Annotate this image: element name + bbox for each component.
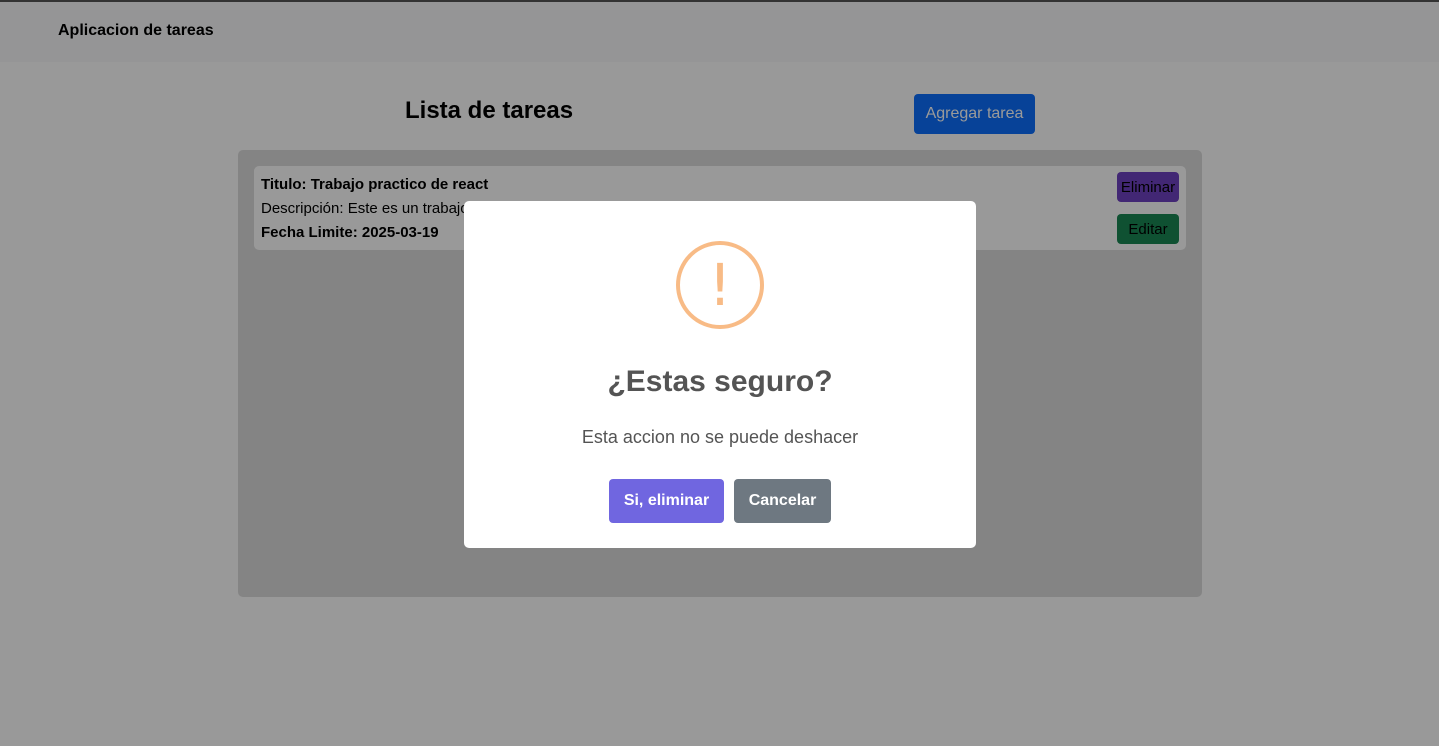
confirm-delete-button[interactable]: Si, eliminar [609, 479, 724, 523]
confirm-dialog: ! ¿Estas seguro? Esta accion no se puede… [464, 201, 976, 548]
dialog-message: Esta accion no se puede deshacer [581, 427, 859, 447]
dialog-title: ¿Estas seguro? [607, 365, 833, 398]
cancel-button[interactable]: Cancelar [734, 479, 831, 523]
warning-icon: ! [676, 241, 764, 329]
